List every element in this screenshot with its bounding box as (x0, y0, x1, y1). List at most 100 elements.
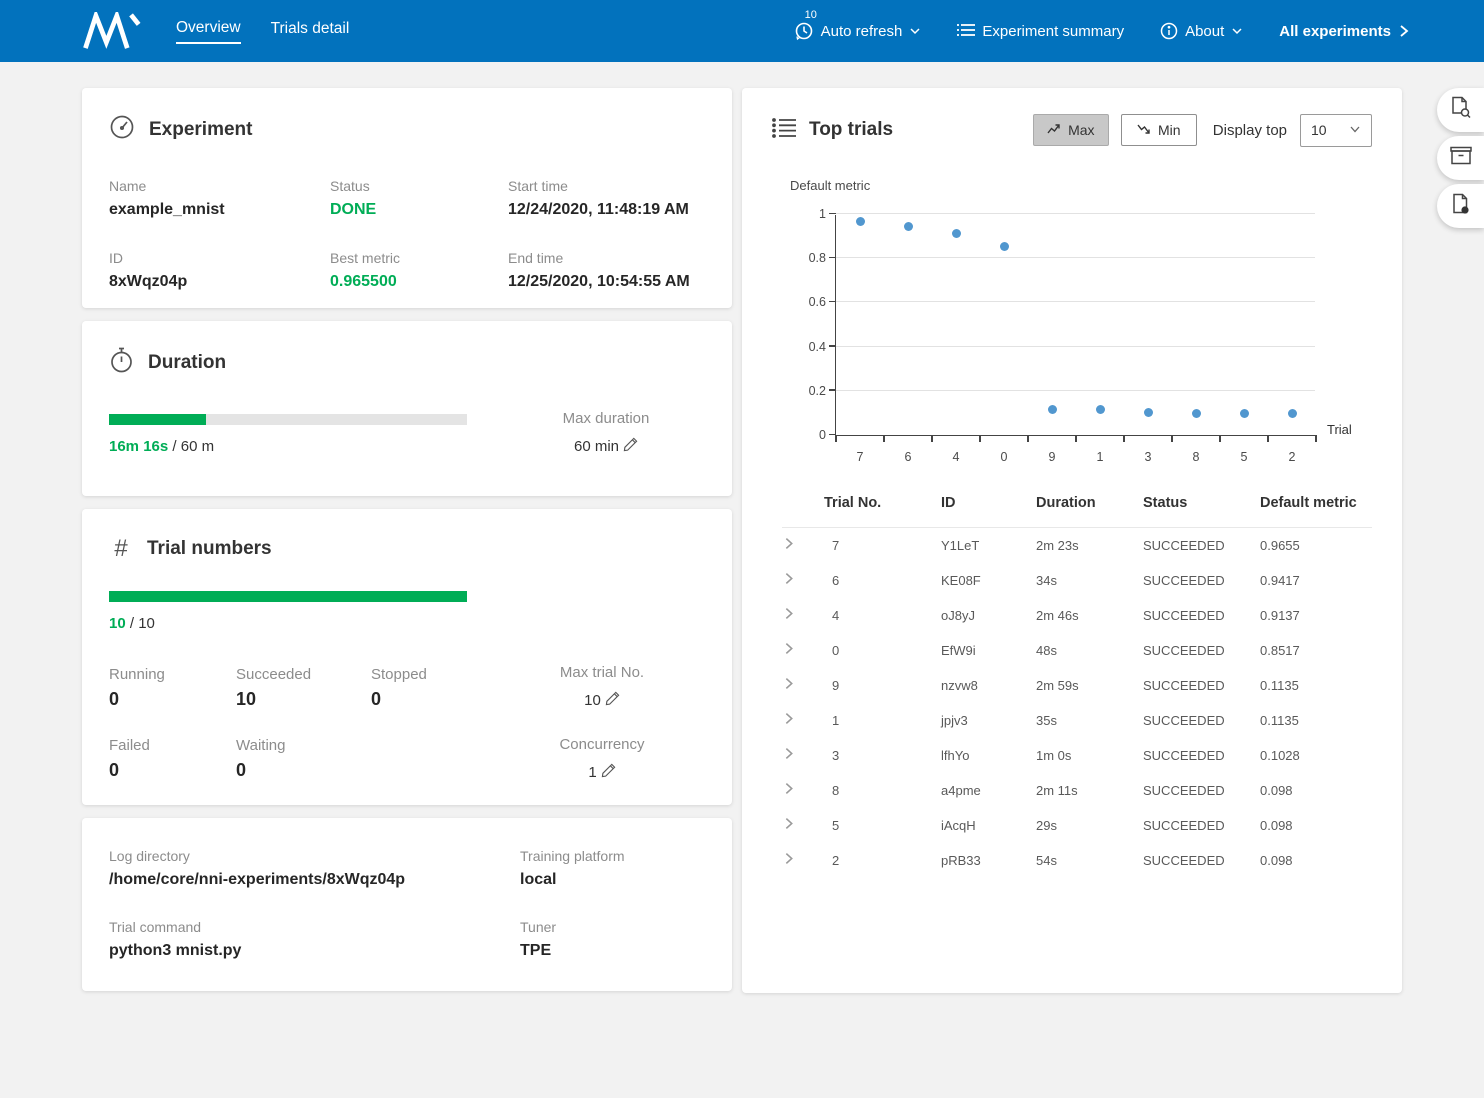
cell-default-metric: 0.1135 (1260, 668, 1372, 703)
data-point[interactable] (1192, 409, 1201, 418)
all-experiments-link[interactable]: All experiments (1279, 23, 1410, 40)
min-button[interactable]: Min (1121, 114, 1197, 146)
data-point[interactable] (1288, 409, 1297, 418)
table-row: 7 Y1LeT 2m 23s SUCCEEDED 0.9655 (782, 528, 1372, 563)
stat-failed: Failed 0 (109, 737, 236, 782)
trial-numbers-card-title: Trial numbers (147, 538, 272, 560)
data-point[interactable] (904, 222, 913, 231)
expand-row-button[interactable] (782, 773, 824, 808)
max-button[interactable]: Max (1033, 114, 1109, 146)
col-header-duration: Duration (1036, 483, 1143, 528)
expand-row-button[interactable] (782, 528, 824, 563)
cell-status: SUCCEEDED (1143, 703, 1260, 738)
cell-default-metric: 0.9417 (1260, 563, 1372, 598)
duration-card: Duration 16m 16s / 60 m Max duration 60 … (82, 321, 732, 496)
expand-row-button[interactable] (782, 808, 824, 843)
x-tick-mark (1027, 435, 1029, 442)
field-tuner: Tuner TPE (520, 919, 705, 960)
y-tick-label: 0.8 (788, 250, 826, 266)
cell-status: SUCCEEDED (1143, 773, 1260, 808)
cell-id: EfW9i (941, 633, 1036, 668)
stat-waiting: Waiting 0 (236, 737, 371, 782)
config-search-button[interactable] (1437, 88, 1484, 132)
stat-succeeded: Succeeded 10 (236, 666, 371, 711)
x-tick-label: 9 (1032, 450, 1072, 464)
data-point[interactable] (1240, 409, 1249, 418)
chart-x-axis-title: Trial (1327, 422, 1352, 437)
x-tick-mark (835, 435, 837, 442)
expand-row-button[interactable] (782, 598, 824, 633)
data-point[interactable] (1048, 405, 1057, 414)
x-tick-label: 8 (1176, 450, 1216, 464)
y-tick-label: 1 (788, 206, 826, 222)
expand-row-button[interactable] (782, 668, 824, 703)
cell-duration: 35s (1036, 703, 1143, 738)
field-id: ID 8xWqz04p (109, 250, 330, 291)
cell-trial-no: 1 (824, 703, 941, 738)
top-trials-table: Trial No. ID Duration Status Default met… (782, 483, 1372, 878)
gridline (836, 301, 1315, 302)
x-tick-label: 6 (888, 450, 928, 464)
cell-duration: 34s (1036, 563, 1143, 598)
cell-status: SUCCEEDED (1143, 633, 1260, 668)
cell-trial-no: 0 (824, 633, 941, 668)
expand-row-button[interactable] (782, 703, 824, 738)
expand-row-button[interactable] (782, 563, 824, 598)
table-row: 1 jpjv3 35s SUCCEEDED 0.1135 (782, 703, 1372, 738)
expand-row-button[interactable] (782, 843, 824, 878)
cell-id: jpjv3 (941, 703, 1036, 738)
edit-max-duration-icon[interactable] (623, 437, 638, 456)
table-row: 9 nzvw8 2m 59s SUCCEEDED 0.1135 (782, 668, 1372, 703)
edit-concurrency-icon[interactable] (601, 763, 616, 782)
cell-duration: 2m 59s (1036, 668, 1143, 703)
data-point[interactable] (1000, 242, 1009, 251)
auto-refresh-label: Auto refresh (821, 23, 903, 40)
data-point[interactable] (1096, 405, 1105, 414)
config-card: Log directory /home/core/nni-experiments… (82, 818, 732, 991)
trend-up-icon (1047, 122, 1061, 138)
expand-row-button[interactable] (782, 738, 824, 773)
expand-row-button[interactable] (782, 633, 824, 668)
data-point[interactable] (856, 217, 865, 226)
max-duration-block: Max duration 60 min (521, 410, 691, 456)
cell-status: SUCCEEDED (1143, 528, 1260, 563)
cell-id: pRB33 (941, 843, 1036, 878)
data-point[interactable] (952, 229, 961, 238)
log-file-button[interactable] (1437, 184, 1484, 228)
field-status: Status DONE (330, 178, 508, 219)
field-log-directory: Log directory /home/core/nni-experiments… (109, 848, 520, 889)
edit-max-trial-icon[interactable] (605, 691, 620, 710)
cell-id: KE08F (941, 563, 1036, 598)
auto-refresh-button[interactable]: 10 Auto refresh (794, 21, 922, 41)
chart-plot-area: 00.20.40.60.817640913852 (835, 215, 1315, 436)
document-search-icon (1450, 96, 1471, 124)
data-point[interactable] (1144, 408, 1153, 417)
refresh-clock-icon (794, 21, 814, 41)
x-tick-label: 7 (840, 450, 880, 464)
cell-trial-no: 6 (824, 563, 941, 598)
cell-duration: 54s (1036, 843, 1143, 878)
x-tick-label: 5 (1224, 450, 1264, 464)
display-top-select[interactable]: 10 (1300, 114, 1372, 147)
cell-status: SUCCEEDED (1143, 563, 1260, 598)
cell-duration: 2m 11s (1036, 773, 1143, 808)
gauge-icon (109, 114, 135, 145)
field-trial-command: Trial command python3 mnist.py (109, 919, 520, 960)
y-tick-label: 0.4 (788, 339, 826, 355)
x-tick-label: 4 (936, 450, 976, 464)
tab-trials-detail[interactable]: Trials detail (271, 20, 350, 43)
about-button[interactable]: About (1160, 22, 1243, 40)
cell-trial-no: 8 (824, 773, 941, 808)
x-tick-mark (979, 435, 981, 442)
cell-id: nzvw8 (941, 668, 1036, 703)
x-tick-mark (1315, 435, 1317, 442)
x-tick-mark (1219, 435, 1221, 442)
col-header-trial-no: Trial No. (824, 483, 941, 528)
archive-button[interactable] (1437, 136, 1484, 180)
table-row: 4 oJ8yJ 2m 46s SUCCEEDED 0.9137 (782, 598, 1372, 633)
x-tick-label: 3 (1128, 450, 1168, 464)
table-row: 6 KE08F 34s SUCCEEDED 0.9417 (782, 563, 1372, 598)
tab-overview[interactable]: Overview (176, 19, 241, 44)
default-metric-chart: Default metric 00.20.40.60.817640913852 … (742, 160, 1402, 475)
experiment-summary-button[interactable]: Experiment summary (957, 23, 1124, 40)
